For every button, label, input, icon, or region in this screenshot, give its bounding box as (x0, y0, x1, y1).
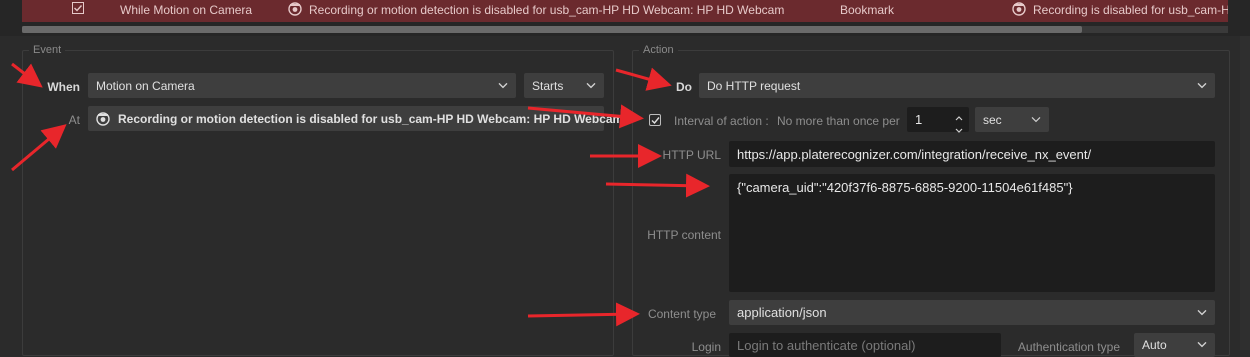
event-legend: Event (33, 44, 62, 56)
rule-action: Bookmark (840, 3, 895, 17)
when-label: When (47, 80, 80, 94)
camera-icon (288, 2, 302, 19)
at-value: Recording or motion detection is disable… (118, 111, 624, 126)
http-content-label: HTTP content (647, 228, 721, 242)
rule-row[interactable]: While Motion on Camera Recording or moti… (22, 0, 1228, 22)
auth-type-select[interactable]: Auto (1134, 333, 1215, 357)
chevron-down-icon (1197, 341, 1207, 348)
action-legend: Action (643, 44, 674, 56)
camera-icon (1012, 2, 1026, 19)
scrollbar-thumb[interactable] (22, 26, 1082, 33)
interval-value: 1 (915, 112, 923, 127)
rule-source: Recording or motion detection is disable… (309, 3, 785, 17)
at-label: At (68, 113, 80, 127)
interval-unit-value: sec (983, 112, 1002, 127)
camera-icon (96, 111, 110, 126)
chevron-down-icon (498, 82, 508, 88)
http-content-value: {"camera_uid":"420f37f6-8875-6885-9200-1… (737, 180, 1073, 195)
login-input[interactable]: Login to authenticate (optional) (729, 333, 1001, 357)
interval-label: Interval of action : (674, 114, 769, 128)
content-type-label: Content type (647, 307, 716, 321)
spin-down-icon[interactable] (955, 122, 963, 136)
http-url-input[interactable]: https://app.platerecognizer.com/integrat… (729, 141, 1215, 167)
do-select[interactable]: Do HTTP request (699, 73, 1215, 98)
rule-target: Recording is disabled for usb_cam-HP HD … (1033, 3, 1228, 17)
chevron-down-icon (1197, 309, 1207, 315)
interval-checkbox[interactable] (649, 114, 661, 126)
do-label: Do (676, 80, 692, 94)
login-label: Login (691, 340, 721, 354)
interval-unit-select[interactable]: sec (975, 107, 1049, 132)
horizontal-scrollbar[interactable] (22, 26, 1228, 33)
auth-type-label: Authentication type (1017, 340, 1120, 354)
rule-condition: While Motion on Camera (120, 3, 253, 17)
login-placeholder: Login to authenticate (optional) (737, 337, 916, 353)
when-select[interactable]: Motion on Camera (88, 73, 516, 98)
chevron-down-icon (1031, 116, 1041, 122)
when-value: Motion on Camera (96, 78, 195, 93)
chevron-down-icon (1197, 82, 1207, 88)
content-type-select[interactable]: application/json (729, 300, 1215, 325)
at-device-button[interactable]: Recording or motion detection is disable… (88, 106, 623, 131)
starts-value: Starts (532, 78, 564, 93)
interval-spinbox[interactable]: 1 (907, 107, 969, 133)
http-url-value: https://app.platerecognizer.com/integrat… (737, 146, 1092, 162)
chevron-down-icon (586, 82, 596, 88)
do-value: Do HTTP request (707, 78, 801, 93)
interval-text: No more than once per (777, 114, 900, 128)
http-content-textarea[interactable]: {"camera_uid":"420f37f6-8875-6885-9200-1… (729, 174, 1215, 292)
starts-select[interactable]: Starts (524, 73, 604, 98)
http-url-label: HTTP URL (662, 148, 721, 162)
content-type-value: application/json (737, 305, 827, 320)
vertical-scrollbar[interactable] (1240, 36, 1250, 350)
rule-enabled-checkbox[interactable] (72, 2, 84, 17)
